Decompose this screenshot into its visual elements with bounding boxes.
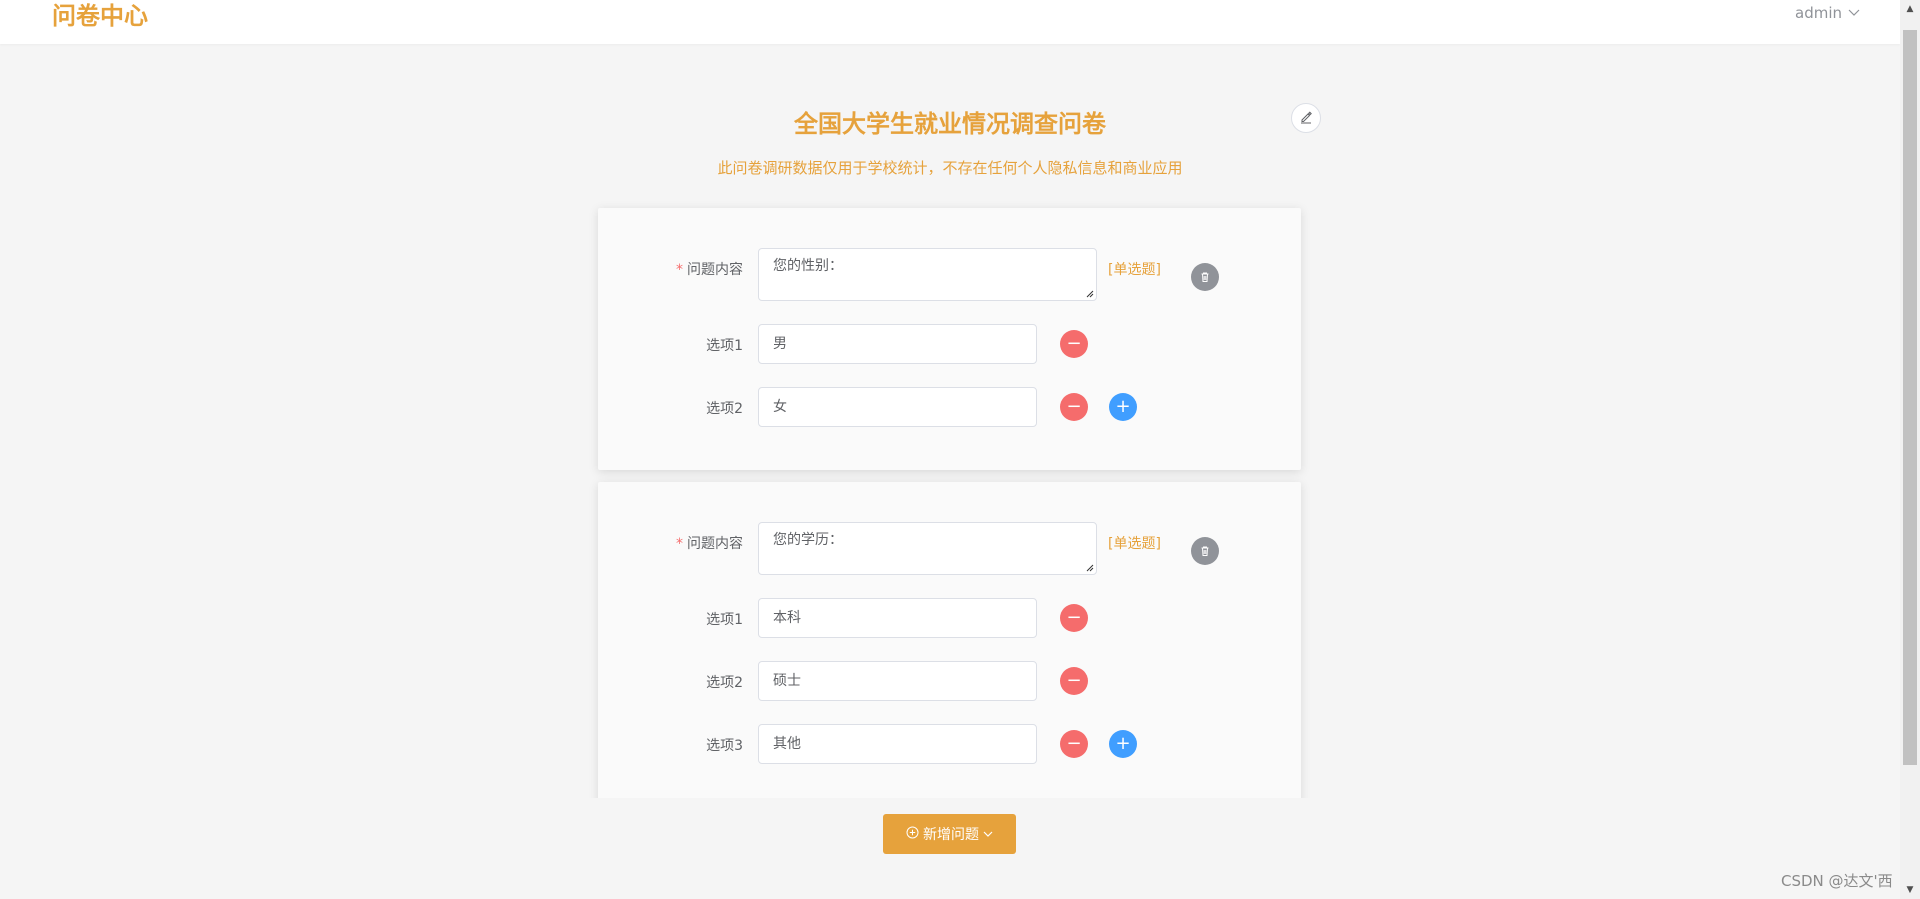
question-type-tag: [单选题] — [1108, 536, 1161, 552]
resize-grip-icon — [1086, 564, 1094, 572]
pen-icon — [1299, 109, 1313, 128]
survey-subtitle: 此问卷调研数据仅用于学校统计，不存在任何个人隐私信息和商业应用 — [717, 159, 1183, 177]
question-card: * 问题内容 您的性别： [单选题] 选项1 男 − 选项2 女 − + — [598, 208, 1301, 470]
app-logo[interactable]: 问卷中心 — [52, 2, 148, 30]
remove-option-button[interactable]: − — [1060, 667, 1088, 695]
option-input[interactable]: 其他 — [758, 724, 1037, 764]
option-label: 选项1 — [706, 338, 743, 354]
minus-icon: − — [1066, 670, 1082, 691]
minus-icon: − — [1066, 733, 1082, 754]
option-label: 选项1 — [706, 612, 743, 628]
resize-grip-icon — [1086, 290, 1094, 298]
delete-question-button[interactable] — [1191, 263, 1219, 291]
add-question-label: 新增问题 — [923, 827, 979, 843]
questions-scroll-area: * 问题内容 您的性别： [单选题] 选项1 男 − 选项2 女 − + * 问题内… — [0, 200, 1900, 798]
option-input[interactable]: 男 — [758, 324, 1037, 364]
trash-icon — [1201, 546, 1209, 556]
chevron-down-icon — [1848, 6, 1860, 20]
option-label: 选项3 — [706, 738, 743, 754]
minus-icon: − — [1066, 396, 1082, 417]
scroll-up-arrow-icon[interactable]: ▲ — [1900, 0, 1920, 18]
plus-icon: + — [1115, 396, 1131, 417]
remove-option-button[interactable]: − — [1060, 730, 1088, 758]
option-input[interactable]: 本科 — [758, 598, 1037, 638]
edit-survey-button[interactable] — [1291, 103, 1321, 133]
option-label: 选项2 — [706, 401, 743, 417]
option-label: 选项2 — [706, 675, 743, 691]
username: admin — [1795, 4, 1842, 22]
scroll-thumb[interactable] — [1903, 30, 1917, 765]
top-header: 问卷中心 admin — [0, 0, 1900, 44]
remove-option-button[interactable]: − — [1060, 604, 1088, 632]
question-content-textarea[interactable]: 您的学历： — [758, 522, 1097, 575]
chevron-down-icon — [983, 826, 993, 842]
remove-option-button[interactable]: − — [1060, 330, 1088, 358]
question-type-tag: [单选题] — [1108, 262, 1161, 278]
delete-question-button[interactable] — [1191, 537, 1219, 565]
plus-icon: + — [1115, 733, 1131, 754]
survey-title: 全国大学生就业情况调查问卷 — [794, 110, 1106, 138]
question-label: * 问题内容 — [676, 536, 743, 552]
trash-icon — [1201, 272, 1209, 282]
add-question-button[interactable]: 新增问题 — [883, 814, 1016, 854]
remove-option-button[interactable]: − — [1060, 393, 1088, 421]
circle-plus-icon — [906, 826, 919, 843]
option-input[interactable]: 女 — [758, 387, 1037, 427]
watermark: CSDN @达文'西 — [1781, 872, 1893, 890]
add-option-button[interactable]: + — [1109, 730, 1137, 758]
question-card: * 问题内容 您的学历： [单选题] 选项1 本科 − 选项2 硕士 − 选项3 … — [598, 482, 1301, 798]
user-menu[interactable]: admin — [1795, 4, 1860, 22]
question-label: * 问题内容 — [676, 262, 743, 278]
question-content-textarea[interactable]: 您的性别： — [758, 248, 1097, 301]
minus-icon: − — [1066, 333, 1082, 354]
minus-icon: − — [1066, 607, 1082, 628]
scroll-down-arrow-icon[interactable]: ▼ — [1900, 881, 1920, 899]
page-scrollbar[interactable]: ▲ ▼ — [1900, 0, 1920, 899]
add-option-button[interactable]: + — [1109, 393, 1137, 421]
option-input[interactable]: 硕士 — [758, 661, 1037, 701]
